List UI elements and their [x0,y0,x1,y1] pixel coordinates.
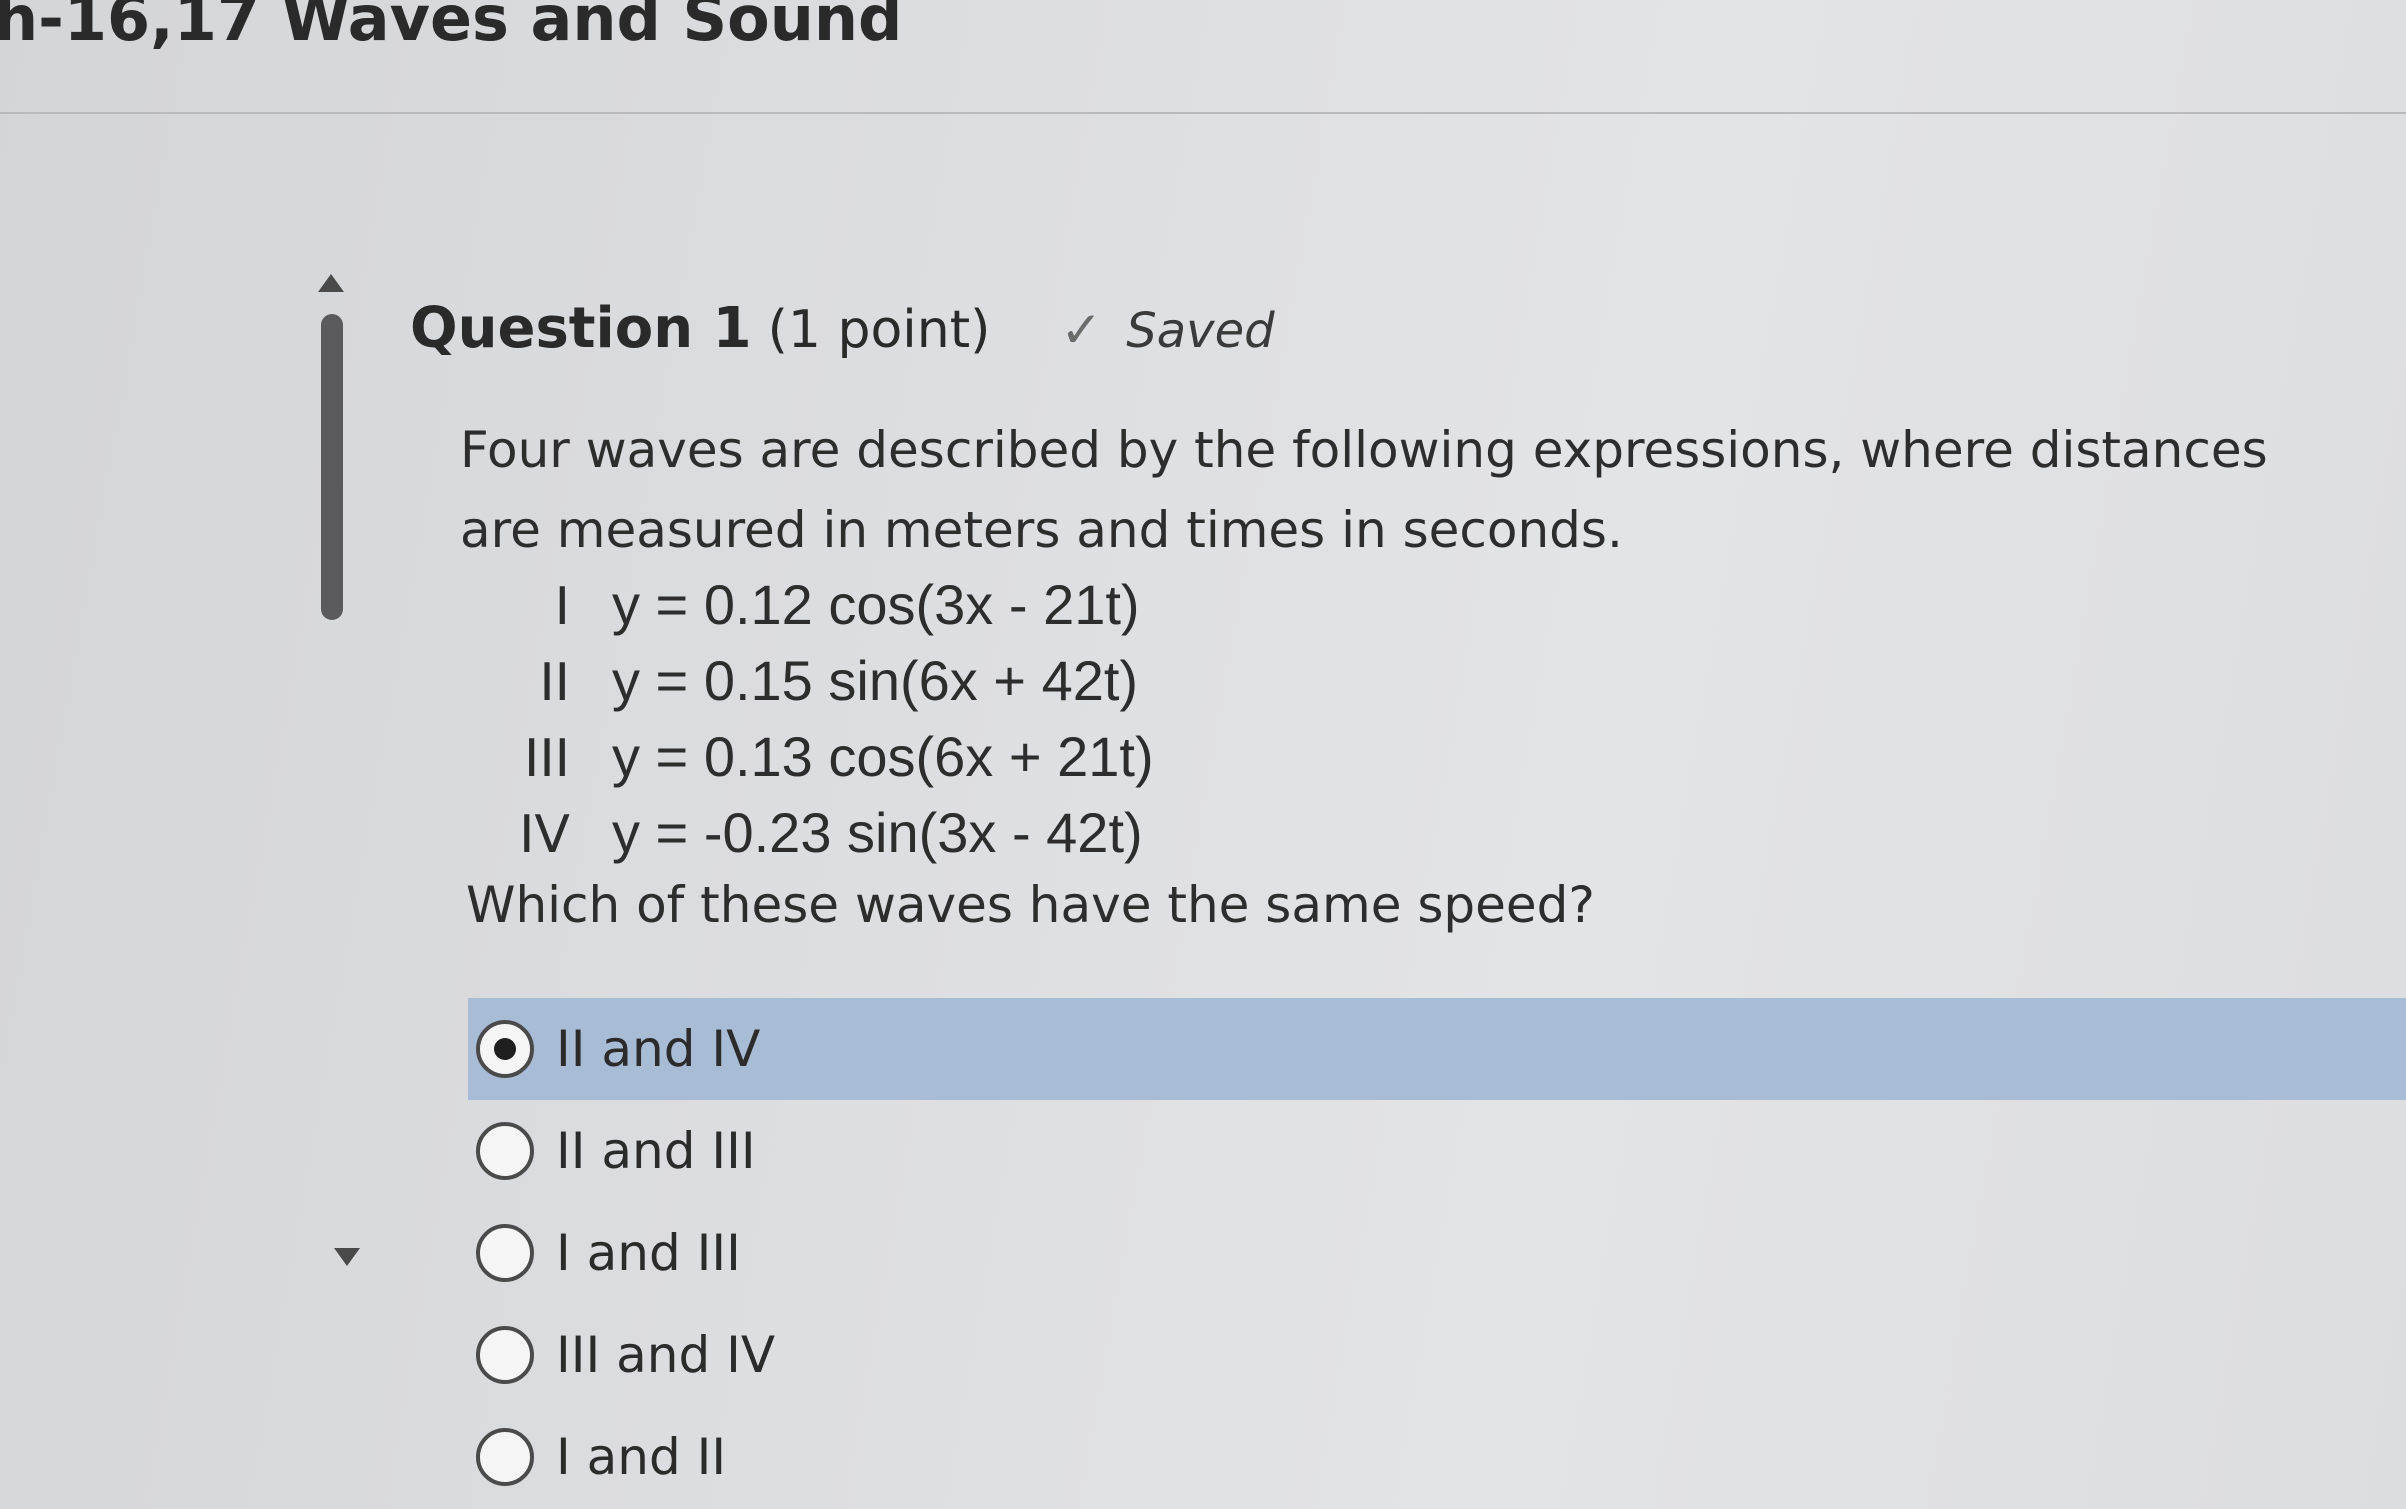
equation-number: II [539,653,570,713]
answer-option-ii-and-iv[interactable]: II and IV [468,998,2406,1100]
question-header: Question 1 (1 point) ✓ Saved [410,296,1275,361]
equation-number: IV [519,805,570,865]
check-icon: ✓ [1060,301,1103,359]
radio-button[interactable] [476,1224,534,1282]
radio-button[interactable] [476,1428,534,1486]
equation-list: I y = 0.12 cos(3x - 21t) II y = 0.15 sin… [500,572,1154,876]
equation-row: I y = 0.12 cos(3x - 21t) [500,572,1154,648]
radio-button-selected[interactable] [476,1020,534,1078]
equation-expression: y = 0.12 cos(3x - 21t) [612,573,1140,636]
equation-number: III [523,729,570,789]
saved-status: Saved [1126,303,1275,359]
scrollbar-thumb[interactable] [321,314,343,620]
page-title: h-16,17 Waves and Sound [0,0,903,55]
equation-row: III y = 0.13 cos(6x + 21t) [500,724,1154,800]
equation-number: I [554,577,570,637]
option-label[interactable]: I and III [556,1224,741,1282]
radio-button[interactable] [476,1326,534,1384]
title-divider [0,112,2406,114]
equation-expression: y = 0.13 cos(6x + 21t) [612,725,1154,788]
question-label: Question 1 [410,296,752,361]
answer-option-i-and-ii[interactable]: I and II [468,1406,2406,1508]
answer-option-i-and-iii[interactable]: I and III [468,1202,2406,1304]
option-label[interactable]: II and III [556,1122,756,1180]
scrollbar[interactable] [318,270,360,1290]
question-points: (1 point) [767,300,991,360]
radio-button[interactable] [476,1122,534,1180]
question-ask: Which of these waves have the same speed… [466,876,1595,934]
triangle-down-icon[interactable] [334,1248,360,1266]
equation-expression: y = -0.23 sin(3x - 42t) [612,801,1143,864]
question-prompt: Four waves are described by the followin… [460,421,2268,559]
option-label[interactable]: II and IV [556,1020,760,1078]
radio-dot [494,1038,516,1060]
option-label[interactable]: I and II [556,1428,726,1486]
option-label[interactable]: III and IV [556,1326,775,1384]
equation-row: II y = 0.15 sin(6x + 42t) [500,648,1154,724]
answer-option-ii-and-iii[interactable]: II and III [468,1100,2406,1202]
answer-option-iii-and-iv[interactable]: III and IV [468,1304,2406,1406]
answer-options: II and IV II and III I and III III and I… [468,998,2406,1508]
equation-row: IV y = -0.23 sin(3x - 42t) [500,800,1154,876]
triangle-up-icon[interactable] [318,274,344,292]
equation-expression: y = 0.15 sin(6x + 42t) [612,649,1139,712]
